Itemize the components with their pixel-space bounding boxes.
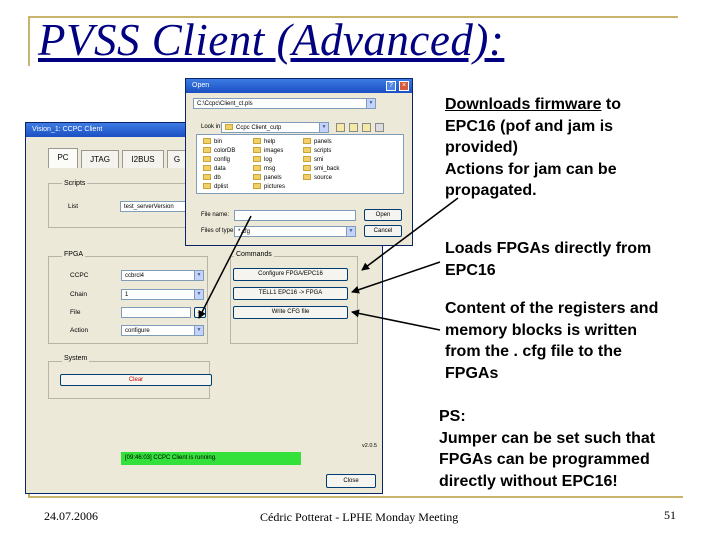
annotation-firmware-line3: provided) xyxy=(445,139,518,156)
arrow-to-tell1-button xyxy=(351,261,441,294)
arrow-to-file-input xyxy=(198,215,252,319)
annotation-ps-line3: FPGAs can be programmed xyxy=(439,451,650,468)
annotation-ps-line2: Jumper can be set such that xyxy=(439,429,656,447)
annotation-ps-line1: PS: xyxy=(439,408,466,425)
slide-footer-center: Cédric Potterat - LPHE Monday Meeting xyxy=(260,510,459,524)
annotation-load-fpgas: Loads FPGAs directly from EPC16 xyxy=(445,238,651,281)
annotation-registers-line3: from the . cfg file to the xyxy=(445,343,622,360)
annotation-load-line1: Loads FPGAs directly from xyxy=(445,240,652,257)
annotation-ps: PS: Jumper can be set such that FPGAs ca… xyxy=(439,406,655,492)
annotation-registers-line1: Content of the registers and xyxy=(445,300,659,317)
slide-date: 24.07.2006 xyxy=(44,509,98,523)
annotation-firmware-line5: propagated. xyxy=(445,182,537,199)
annotation-ps-line4: directly without EPC16! xyxy=(439,472,618,490)
annotation-firmware-line4: Actions for jam can be xyxy=(445,160,617,178)
arrow-to-write-button xyxy=(351,309,441,331)
annotation-firmware-line1: Downloads firmware to xyxy=(445,96,622,113)
annotation-registers-line2: memory blocks is written xyxy=(445,321,638,339)
annotation-registers: Content of the registers and memory bloc… xyxy=(445,298,658,384)
annotation-registers-line4: FPGAs xyxy=(445,364,499,382)
annotation-firmware-line2: EPC16 (pof and jam is xyxy=(445,117,614,135)
annotation-load-line2: EPC16 xyxy=(445,261,496,279)
arrow-to-configure-button xyxy=(361,197,459,271)
annotation-firmware: Downloads firmware to EPC16 (pof and jam… xyxy=(445,94,621,202)
slide-page-number: 51 xyxy=(664,508,676,522)
